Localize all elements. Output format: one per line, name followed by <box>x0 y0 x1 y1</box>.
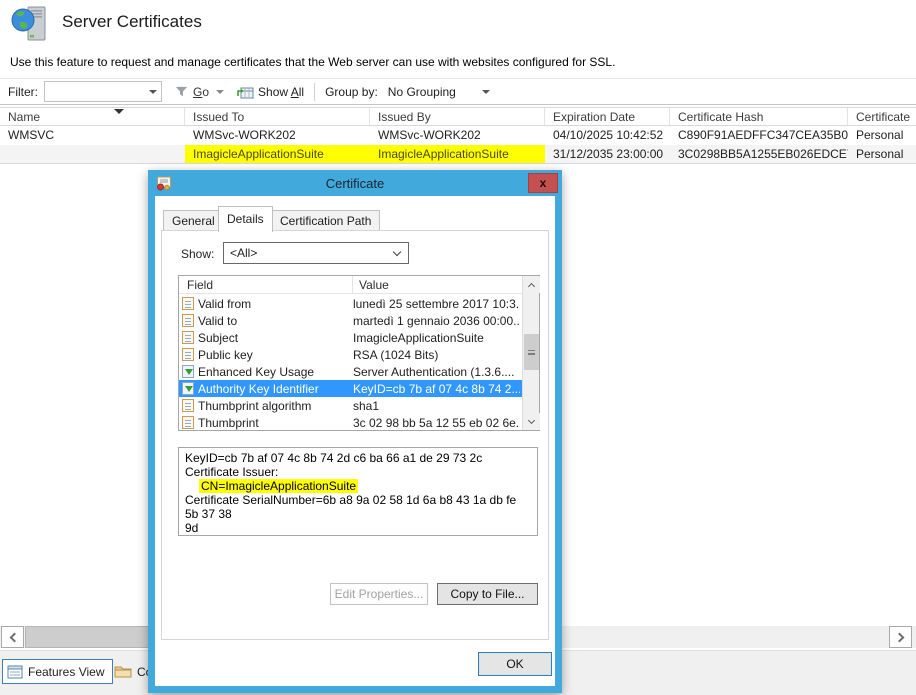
dialog-title: Certificate <box>148 176 562 191</box>
features-view-tab[interactable]: Features View <box>2 659 113 684</box>
cell-name <box>0 145 185 163</box>
cell-store: Personal <box>848 145 916 163</box>
table-row-wmsvc[interactable]: WMSVC WMSvc-WORK202 WMSvc-WORK202 04/10/… <box>0 126 916 145</box>
content-view-folder-icon <box>114 664 132 679</box>
filter-input[interactable] <box>45 82 161 101</box>
field-row-thumbprint-algorithm[interactable]: Thumbprint algorithm sha1 <box>179 397 522 414</box>
go-filter-icon[interactable] <box>174 84 189 99</box>
chevron-down-icon <box>393 248 401 256</box>
sort-indicator-icon <box>114 109 124 114</box>
fields-list-header: Field Value <box>179 276 522 294</box>
iis-server-certificates-screen: Server Certificates Use this feature to … <box>0 0 916 695</box>
column-header-certificate-store[interactable]: Certificate <box>848 108 916 125</box>
scroll-up-button[interactable] <box>523 276 540 293</box>
thumb-grip-icon <box>528 350 535 355</box>
fields-vertical-scrollbar[interactable] <box>522 276 539 430</box>
group-by-dropdown-icon[interactable] <box>482 90 490 94</box>
cell-issued-to-highlighted: ImagicleApplicationSuite <box>185 145 370 163</box>
filter-label: Filter: <box>8 85 38 99</box>
cell-expiration: 04/10/2025 10:42:52 <box>545 126 670 145</box>
detail-issuer-label: Certificate Issuer: <box>185 465 531 479</box>
detail-serial-wrap-line: 9d <box>185 521 531 535</box>
chevron-right-icon <box>894 632 904 642</box>
cell-store: Personal <box>848 126 916 145</box>
field-icon <box>182 416 194 429</box>
table-row-imagicle[interactable]: ImagicleApplicationSuite ImagicleApplica… <box>0 145 916 164</box>
dialog-titlebar[interactable]: Certificate x <box>148 170 562 196</box>
field-row-valid-to[interactable]: Valid to martedì 1 gennaio 2036 00:00... <box>179 312 522 329</box>
extension-icon <box>182 382 194 395</box>
filter-combobox[interactable] <box>44 81 162 102</box>
column-header-issued-to[interactable]: Issued To <box>185 108 370 125</box>
cell-issued-by-highlighted: ImagicleApplicationSuite <box>370 145 545 163</box>
show-label: Show: <box>181 247 214 261</box>
cell-hash: 3C0298BB5A1255EB026EDCE7... <box>670 145 848 163</box>
field-column-header[interactable]: Field <box>179 276 353 293</box>
certificate-fields-list: Field Value Valid from lunedì 25 settemb… <box>178 275 540 431</box>
certificates-table-header: Name Issued To Issued By Expiration Date… <box>0 107 916 126</box>
show-all-button[interactable]: Show All <box>258 85 304 99</box>
chevron-up-icon <box>528 282 535 289</box>
scrollbar-thumb[interactable] <box>524 334 539 370</box>
column-header-expiration-date[interactable]: Expiration Date <box>545 108 670 125</box>
highlighted-cn-text: CN=ImagicleApplicationSuite <box>199 479 358 493</box>
field-icon <box>182 399 194 412</box>
field-row-subject[interactable]: Subject ImagicleApplicationSuite <box>179 329 522 346</box>
field-icon <box>182 314 194 327</box>
field-icon <box>182 348 194 361</box>
show-combobox-value: <All> <box>230 246 257 260</box>
tab-certification-path[interactable]: Certification Path <box>271 210 380 231</box>
page-title: Server Certificates <box>62 12 202 32</box>
show-all-icon[interactable] <box>236 84 254 100</box>
filter-toolbar: Filter: Go Show All Group by: No Groupin… <box>0 78 916 105</box>
go-button[interactable]: Go <box>193 85 209 99</box>
show-combobox[interactable]: <All> <box>223 242 409 264</box>
tab-details[interactable]: Details <box>218 206 273 232</box>
field-row-authority-key-identifier[interactable]: Authority Key Identifier KeyID=cb 7b af … <box>179 380 522 397</box>
column-header-certificate-hash[interactable]: Certificate Hash <box>670 108 848 125</box>
field-icon <box>182 297 194 310</box>
cell-name: WMSVC <box>0 126 185 145</box>
detail-keyid-line: KeyID=cb 7b af 07 4c 8b 74 2d c6 ba 66 a… <box>185 451 531 465</box>
chevron-down-icon <box>528 416 535 423</box>
server-certificates-icon <box>10 4 52 46</box>
tab-general[interactable]: General <box>163 210 224 231</box>
certificate-dialog: Certificate x General Details Certificat… <box>148 170 562 693</box>
go-dropdown-icon[interactable] <box>216 90 224 94</box>
scroll-right-button[interactable] <box>889 626 912 648</box>
value-column-header[interactable]: Value <box>353 276 389 293</box>
features-view-icon <box>7 664 23 680</box>
group-by-label: Group by: <box>325 85 378 99</box>
copy-to-file-button[interactable]: Copy to File... <box>437 583 538 605</box>
scroll-down-button[interactable] <box>523 413 540 430</box>
cell-issued-by: WMSvc-WORK202 <box>370 126 545 145</box>
chevron-left-icon <box>9 632 19 642</box>
field-row-enhanced-key-usage[interactable]: Enhanced Key Usage Server Authentication… <box>179 363 522 380</box>
features-view-label: Features View <box>28 665 104 679</box>
column-header-issued-by[interactable]: Issued By <box>370 108 545 125</box>
page-description: Use this feature to request and manage c… <box>10 55 615 69</box>
filter-dropdown-icon[interactable] <box>149 90 157 94</box>
edit-properties-button: Edit Properties... <box>330 583 428 605</box>
field-row-public-key[interactable]: Public key RSA (1024 Bits) <box>179 346 522 363</box>
group-by-combobox[interactable]: No Grouping <box>388 85 456 99</box>
cell-issued-to: WMSvc-WORK202 <box>185 126 370 145</box>
dialog-body: General Details Certification Path Show:… <box>155 196 555 686</box>
field-icon <box>182 331 194 344</box>
detail-issuer-cn-line: CN=ImagicleApplicationSuite <box>185 479 531 493</box>
toolbar-separator <box>314 83 315 101</box>
field-row-thumbprint[interactable]: Thumbprint 3c 02 98 bb 5a 12 55 eb 02 6e… <box>179 414 522 431</box>
scroll-left-button[interactable] <box>1 626 24 648</box>
detail-serial-line: Certificate SerialNumber=6b a8 9a 02 58 … <box>185 493 531 521</box>
field-row-valid-from[interactable]: Valid from lunedì 25 settembre 2017 10:3… <box>179 295 522 312</box>
cell-expiration: 31/12/2035 23:00:00 <box>545 145 670 163</box>
extension-icon <box>182 365 194 378</box>
close-button[interactable]: x <box>528 173 558 193</box>
ok-button[interactable]: OK <box>478 652 552 676</box>
field-detail-textbox[interactable]: KeyID=cb 7b af 07 4c 8b 74 2d c6 ba 66 a… <box>178 447 538 536</box>
column-header-name[interactable]: Name <box>0 108 185 125</box>
cell-hash: C890F91AEDFFC347CEA35B0E... <box>670 126 848 145</box>
